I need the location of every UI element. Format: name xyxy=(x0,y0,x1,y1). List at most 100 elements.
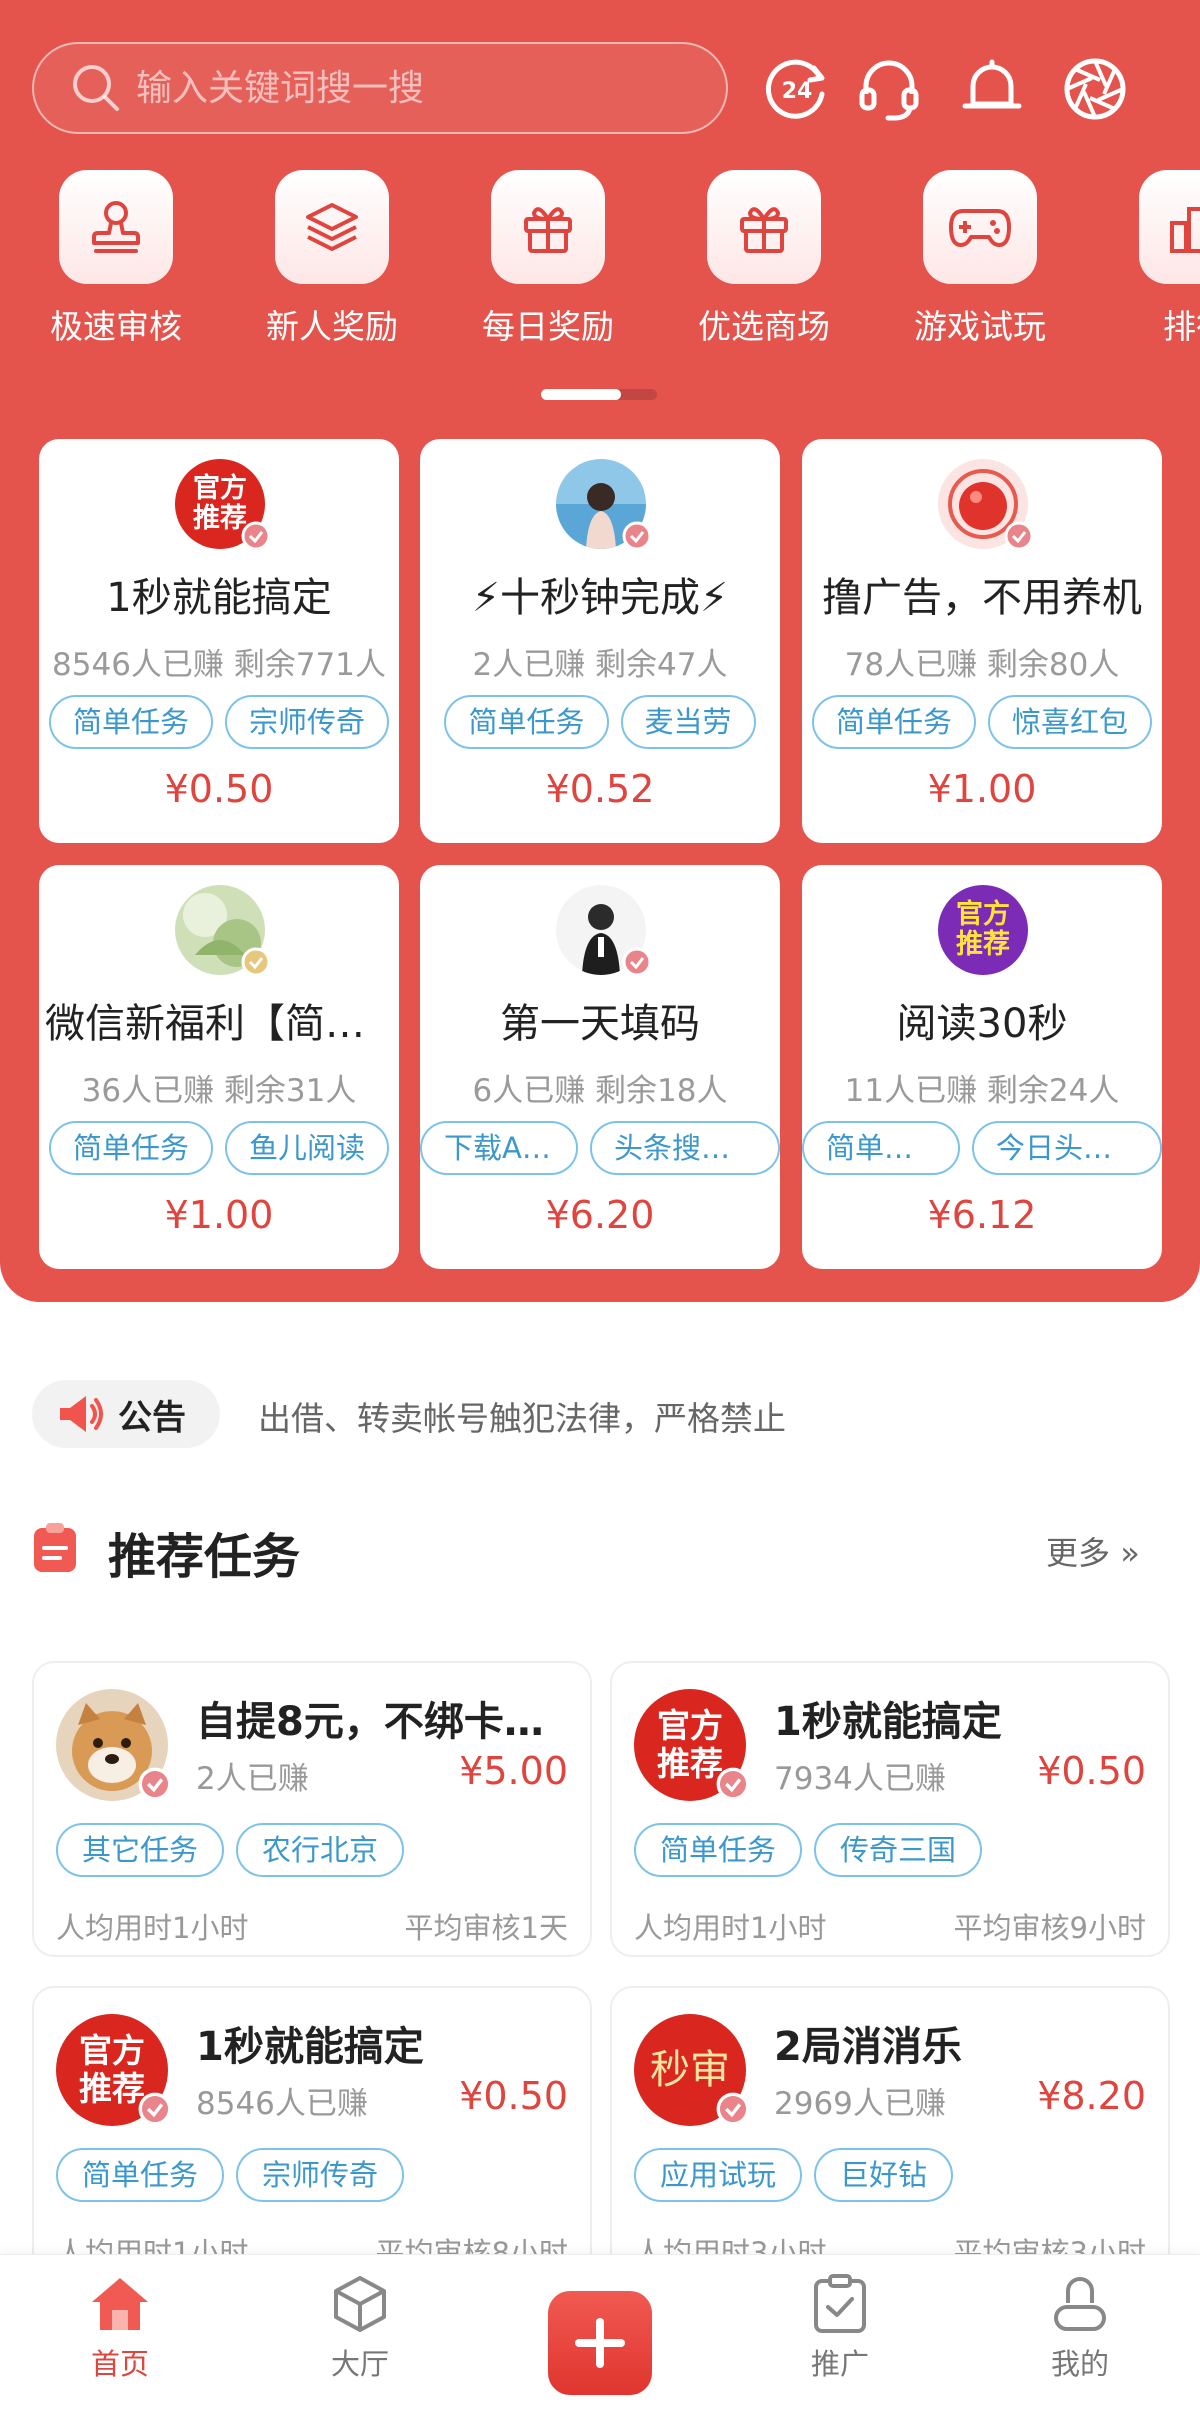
verified-check-icon xyxy=(716,1767,750,1801)
user-icon xyxy=(1045,2269,1115,2339)
task-tag[interactable]: 简单任务 xyxy=(444,695,609,749)
gift-icon xyxy=(707,170,821,284)
bottom-tab-bar: 首页 大厅 推广 我的 xyxy=(0,2254,1200,2418)
quick-nav-item-fast-review[interactable]: 极速审核 xyxy=(16,170,216,348)
task-title-text: 1秒就能搞定 xyxy=(106,575,332,621)
quick-nav-item-newbie[interactable]: 新人奖励 xyxy=(232,170,432,348)
service-24h-icon[interactable]: 24 xyxy=(760,52,834,126)
task-tag[interactable]: 宗师传奇 xyxy=(225,695,390,749)
tab-home[interactable]: 首页 xyxy=(20,2269,220,2383)
notice-badge[interactable]: 公告 xyxy=(32,1380,220,1448)
task-tag[interactable]: 今日头条极速版 xyxy=(972,1121,1162,1175)
task-tag[interactable]: 麦当劳 xyxy=(620,695,756,749)
quick-nav-item-game[interactable]: 游戏试玩 xyxy=(880,170,1080,348)
task-card[interactable]: 官方推荐 1秒就能搞定 8546人已赚 剩余771人 简单任务 宗师传奇 ¥0.… xyxy=(39,439,399,843)
home-icon xyxy=(85,2269,155,2339)
task-title: 1秒就能搞定 xyxy=(45,565,393,623)
avatar-wrap xyxy=(56,1689,172,1801)
task-earned-count: 7934人已赚 xyxy=(774,1761,946,1797)
recommended-task-card[interactable]: 秒审 2局消消乐 2969人已赚 ¥8.20 应用试玩 巨好钻 人均用时3小时 … xyxy=(610,1986,1170,2282)
quick-nav-item-ranking[interactable]: 排行 xyxy=(1096,170,1200,348)
recommended-task-card[interactable]: 自提8元，不绑卡，秒到 2人已赚 ¥5.00 其它任务 农行北京 人均用时1小时… xyxy=(32,1661,592,1957)
avatar-badge-text: 官方推荐 xyxy=(956,899,1010,960)
search-input[interactable] xyxy=(136,67,696,109)
task-tag[interactable]: 简单任务 xyxy=(802,1121,960,1175)
task-earned-count: 8546人已赚 xyxy=(196,2086,368,2122)
task-tag[interactable]: 传奇三国 xyxy=(814,1823,983,1877)
task-price: ¥5.00 xyxy=(459,1749,568,1793)
task-card[interactable]: ⚡十秒钟完成⚡ 2人已赚 剩余47人 简单任务 麦当劳 ¥0.52 xyxy=(420,439,780,843)
task-card[interactable]: 撸广告，不用养机 78人已赚 剩余80人 简单任务 惊喜红包 ¥1.00 xyxy=(802,439,1162,843)
quick-nav-label: 优选商场 xyxy=(698,307,830,346)
task-stats: 36人已赚 剩余31人 xyxy=(81,1073,357,1109)
search-bar[interactable] xyxy=(32,42,728,134)
verified-check-icon xyxy=(622,947,652,977)
cube-icon xyxy=(325,2269,395,2339)
avatar-wrap: 官方推荐 xyxy=(938,885,1028,975)
more-label: 更多 xyxy=(1046,1534,1111,1572)
task-tag[interactable]: 鱼儿阅读 xyxy=(225,1121,390,1175)
tab-mine[interactable]: 我的 xyxy=(980,2269,1180,2383)
task-card[interactable]: 微信新福利【简单】 36人已赚 剩余31人 简单任务 鱼儿阅读 ¥1.00 xyxy=(39,865,399,1269)
more-link[interactable]: 更多 » xyxy=(1046,1528,1140,1574)
task-tag[interactable]: 农行北京 xyxy=(236,1823,405,1877)
plus-icon xyxy=(575,2318,625,2368)
avatar-wrap xyxy=(175,885,271,977)
publish-plus-button[interactable] xyxy=(548,2291,652,2395)
task-tags: 简单任务 宗师传奇 xyxy=(56,2148,405,2202)
task-tag[interactable]: 下载APP xyxy=(420,1121,578,1175)
task-price: ¥1.00 xyxy=(164,1193,274,1237)
recommended-task-card[interactable]: 官方推荐 1秒就能搞定 8546人已赚 ¥0.50 简单任务 宗师传奇 人均用时… xyxy=(32,1986,592,2282)
task-card[interactable]: 官方推荐 阅读30秒 11人已赚 剩余24人 简单任务 今日头条极速版 ¥6.1… xyxy=(802,865,1162,1269)
task-tags: 下载APP 头条搜索极速版 xyxy=(420,1121,780,1175)
verified-check-icon xyxy=(241,521,271,551)
task-tags: 简单任务 惊喜红包 xyxy=(802,695,1162,749)
task-title: 1秒就能搞定 xyxy=(196,2024,424,2070)
task-tag[interactable]: 简单任务 xyxy=(634,1823,803,1877)
task-tag[interactable]: 惊喜红包 xyxy=(988,695,1153,749)
notice-text[interactable]: 出借、转卖帐号触犯法律，严格禁止 xyxy=(258,1392,786,1440)
task-tag[interactable]: 应用试玩 xyxy=(634,2148,803,2202)
task-title: 阅读30秒 xyxy=(896,1001,1068,1047)
aperture-icon[interactable] xyxy=(1058,52,1132,126)
task-price: ¥0.52 xyxy=(545,767,655,811)
task-title: ⚡十秒钟完成⚡ xyxy=(471,575,729,621)
verified-check-icon xyxy=(716,2092,750,2126)
quick-nav-item-mall[interactable]: 优选商场 xyxy=(664,170,864,348)
headset-icon[interactable] xyxy=(852,52,926,126)
verified-check-icon xyxy=(241,947,271,977)
svg-text:24: 24 xyxy=(782,79,813,104)
tab-label: 首页 xyxy=(90,2347,149,2381)
bell-icon[interactable] xyxy=(955,52,1029,126)
verified-check-icon xyxy=(1004,521,1034,551)
task-price: ¥8.20 xyxy=(1037,2074,1146,2118)
task-price: ¥0.50 xyxy=(164,767,274,811)
avatar-wrap: 秒审 xyxy=(634,2014,750,2126)
avatar: 官方推荐 xyxy=(938,885,1028,975)
task-price: ¥0.50 xyxy=(459,2074,568,2118)
tab-hall[interactable]: 大厅 xyxy=(260,2269,460,2383)
task-card[interactable]: 第一天填码 6人已赚 剩余18人 下载APP 头条搜索极速版 ¥6.20 xyxy=(420,865,780,1269)
task-tag[interactable]: 头条搜索极速版 xyxy=(590,1121,780,1175)
task-tag[interactable]: 巨好钻 xyxy=(814,2148,954,2202)
task-tag[interactable]: 其它任务 xyxy=(56,1823,225,1877)
task-tag[interactable]: 简单任务 xyxy=(811,695,976,749)
task-title: 自提8元，不绑卡，秒到 xyxy=(196,1699,576,1745)
task-tag[interactable]: 简单任务 xyxy=(48,1121,213,1175)
task-stats: 6人已赚 剩余18人 xyxy=(472,1073,728,1109)
quick-nav-item-daily[interactable]: 每日奖励 xyxy=(448,170,648,348)
task-tags: 简单任务 传奇三国 xyxy=(634,1823,983,1877)
avatar-wrap xyxy=(938,459,1034,551)
task-price: ¥1.00 xyxy=(927,767,1037,811)
double-chevron-right-icon: » xyxy=(1120,1534,1140,1572)
quick-nav-label: 新人奖励 xyxy=(266,307,398,346)
task-stats: 2人已赚 剩余47人 xyxy=(472,647,728,683)
task-tag[interactable]: 简单任务 xyxy=(56,2148,225,2202)
task-tag[interactable]: 简单任务 xyxy=(48,695,213,749)
verified-check-icon xyxy=(622,521,652,551)
tab-promote[interactable]: 推广 xyxy=(740,2269,940,2383)
task-tag[interactable]: 宗师传奇 xyxy=(236,2148,405,2202)
task-price: ¥0.50 xyxy=(1037,1749,1146,1793)
task-title: 第一天填码 xyxy=(500,1001,700,1047)
recommended-task-card[interactable]: 官方推荐 1秒就能搞定 7934人已赚 ¥0.50 简单任务 传奇三国 人均用时… xyxy=(610,1661,1170,1957)
